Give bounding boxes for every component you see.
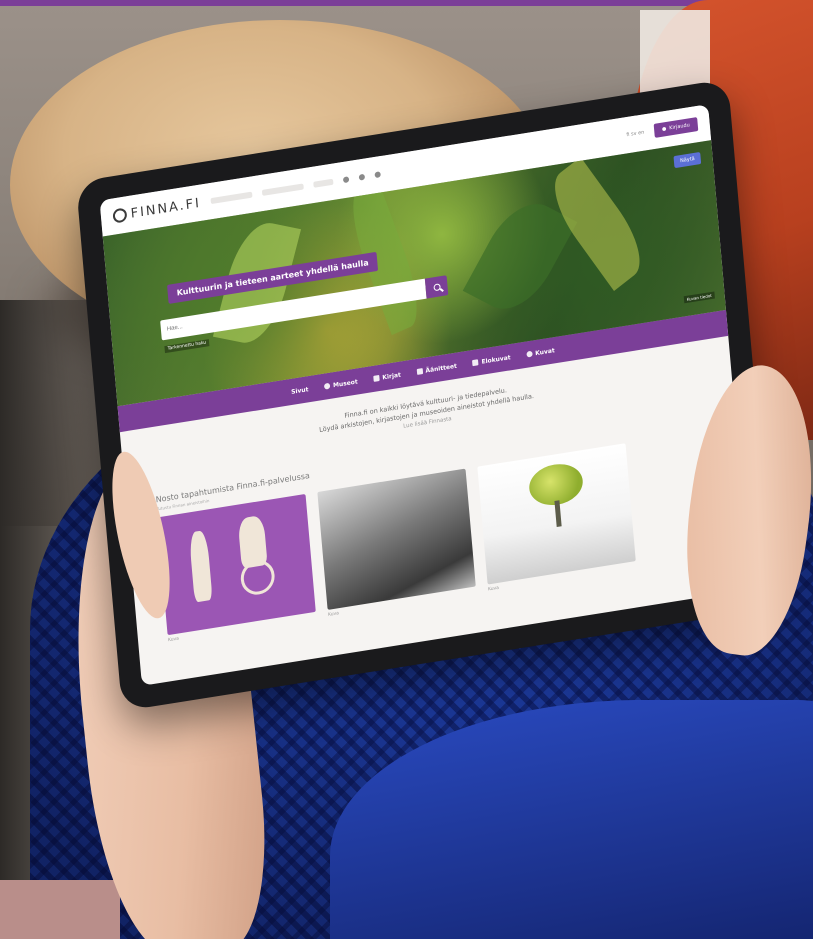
nav-label: Sivut	[290, 385, 309, 396]
social-icon[interactable]	[374, 171, 381, 179]
advanced-search-link[interactable]: Tarkennettu haku	[164, 339, 210, 354]
card-image	[477, 443, 636, 585]
nav-label: Museot	[332, 377, 358, 389]
nav-label: Elokuvat	[481, 353, 511, 366]
user-icon: ●	[661, 125, 667, 133]
image-icon	[526, 350, 533, 358]
search-icon	[432, 282, 441, 291]
social-icon[interactable]	[358, 173, 365, 181]
card-figure	[188, 529, 213, 603]
hero-badge[interactable]: Näytä	[673, 151, 702, 169]
header-menu-link[interactable]	[210, 191, 253, 205]
nav-item-kirjat[interactable]: Kirjat	[373, 371, 401, 382]
logo-ring-icon	[112, 207, 128, 224]
tablet-device: FINNA.FI fi sv en ● Kirjaudu Näytä Kultt…	[75, 78, 775, 712]
nav-item-kuvat[interactable]: Kuvat	[526, 347, 555, 358]
card-image	[317, 468, 476, 610]
nav-item-museot[interactable]: Museot	[323, 377, 358, 390]
film-icon	[472, 359, 479, 367]
nav-label: Äänitteet	[425, 362, 458, 375]
nav-item-sivut[interactable]: Sivut	[291, 386, 309, 396]
tree-trunk	[554, 500, 562, 528]
photo-scene: FINNA.FI fi sv en ● Kirjaudu Näytä Kultt…	[0, 0, 813, 939]
book-icon	[373, 374, 380, 382]
audio-icon	[416, 368, 423, 376]
login-label: Kirjaudu	[669, 122, 691, 132]
header-menu-link[interactable]	[313, 178, 334, 188]
collection-card[interactable]: Kuva	[157, 493, 316, 643]
nav-label: Kirjat	[382, 371, 402, 381]
collection-card[interactable]: Kuva	[477, 443, 636, 593]
nav-item-aanitteet[interactable]: Äänitteet	[416, 362, 458, 376]
language-switcher[interactable]: fi sv en	[626, 129, 644, 138]
finna-logo[interactable]: FINNA.FI	[112, 195, 201, 224]
card-image	[157, 493, 316, 636]
nav-label: Kuvat	[534, 346, 555, 357]
login-button[interactable]: ● Kirjaudu	[653, 117, 699, 138]
tablet-screen: FINNA.FI fi sv en ● Kirjaudu Näytä Kultt…	[99, 104, 751, 686]
hero-image-credit[interactable]: Kuvan tiedot	[683, 291, 715, 304]
museum-icon	[323, 382, 331, 390]
floor	[0, 880, 120, 939]
logo-text: FINNA.FI	[130, 195, 202, 222]
social-icon[interactable]	[342, 176, 350, 184]
header-menu-link[interactable]	[261, 183, 304, 197]
nav-item-elokuvat[interactable]: Elokuvat	[472, 354, 511, 367]
search-button[interactable]	[424, 275, 449, 299]
collection-card[interactable]: Kuva	[317, 468, 476, 618]
